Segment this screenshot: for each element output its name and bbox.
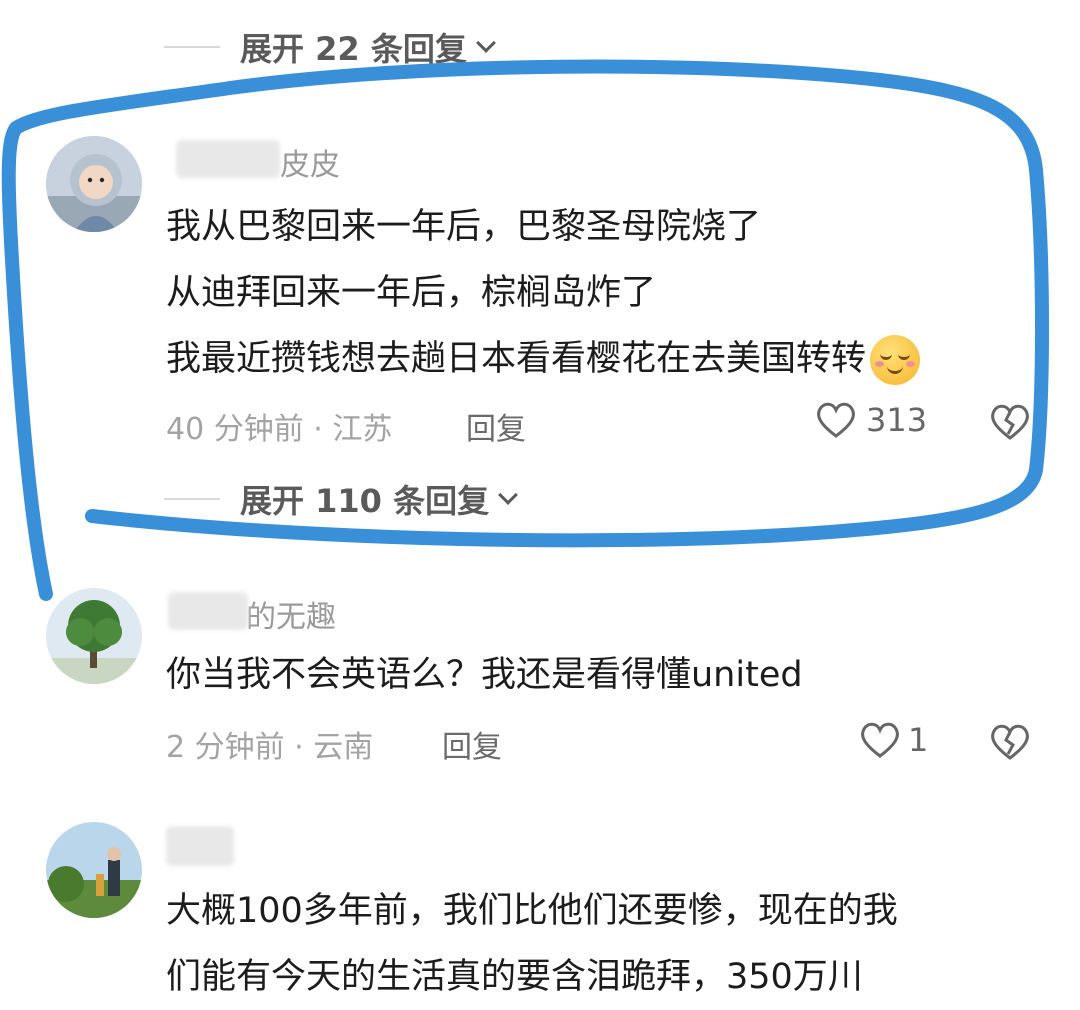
heart-icon	[861, 722, 899, 758]
reply-button[interactable]: 回复	[442, 722, 502, 766]
comment-meta: 2 分钟前 · 云南	[166, 730, 374, 765]
comment-line: 从迪拜回来一年后，棕榈岛炸了	[166, 273, 657, 313]
username-blur	[168, 592, 248, 630]
comment-body: 你当我不会英语么？我还是看得懂united	[166, 642, 803, 708]
divider	[164, 46, 220, 48]
comment-line: 你当我不会英语么？我还是看得懂united	[166, 655, 803, 695]
comment-line-text: 我最近攒钱想去趟日本看看樱花在去美国转转	[166, 339, 867, 379]
username-text: 的无趣	[246, 600, 336, 635]
comment-line: 我从巴黎回来一年后，巴黎圣母院烧了	[166, 207, 762, 247]
like-button[interactable]: 1	[858, 720, 928, 760]
like-count: 1	[908, 721, 929, 759]
divider	[164, 498, 220, 500]
chevron-down-icon	[475, 33, 496, 53]
comment-meta: 40 分钟前 · 江苏	[166, 412, 393, 447]
baby-avatar-image	[46, 136, 142, 232]
like-count: 313	[866, 401, 928, 439]
avatar[interactable]	[46, 588, 142, 684]
reply-button[interactable]: 回复	[466, 404, 526, 448]
outdoor-avatar-image	[46, 822, 142, 918]
heart-icon	[817, 402, 855, 438]
avatar[interactable]	[46, 822, 142, 918]
comment-body: 我从巴黎回来一年后，巴黎圣母院烧了 从迪拜回来一年后，棕榈岛炸了 我最近攒钱想去…	[166, 194, 921, 392]
like-button[interactable]: 313	[814, 400, 927, 440]
comment-line: 大概100多年前，我们比他们还要惨，现在的我	[166, 891, 898, 931]
broken-heart-icon	[991, 404, 1029, 440]
expand-replies-label: 展开 110 条回复	[240, 482, 490, 520]
expand-replies-top[interactable]: 展开 22 条回复	[164, 24, 496, 70]
comment-line: 我最近攒钱想去趟日本看看樱花在去美国转转	[166, 326, 921, 392]
username-blur	[166, 826, 234, 866]
broken-heart-icon	[991, 724, 1029, 760]
chevron-down-icon	[498, 485, 518, 505]
smiling-blush-emoji-icon	[870, 335, 921, 385]
comment-body: 大概100多年前，我们比他们还要惨，现在的我 们能有今天的生活真的要含泪跪拜，3…	[166, 878, 898, 1010]
avatar[interactable]	[46, 136, 142, 232]
highlight-annotation-loop	[1, 59, 1049, 601]
expand-replies[interactable]: 展开 110 条回复	[164, 476, 518, 522]
dislike-button[interactable]	[988, 722, 1032, 766]
expand-replies-label: 展开 22 条回复	[240, 30, 467, 68]
dislike-button[interactable]	[988, 402, 1032, 446]
comment-line: 们能有今天的生活真的要含泪跪拜，350万川	[166, 957, 863, 997]
username-blur	[176, 140, 280, 178]
username-text: 皮皮	[280, 148, 340, 183]
tree-avatar-image	[46, 588, 142, 684]
